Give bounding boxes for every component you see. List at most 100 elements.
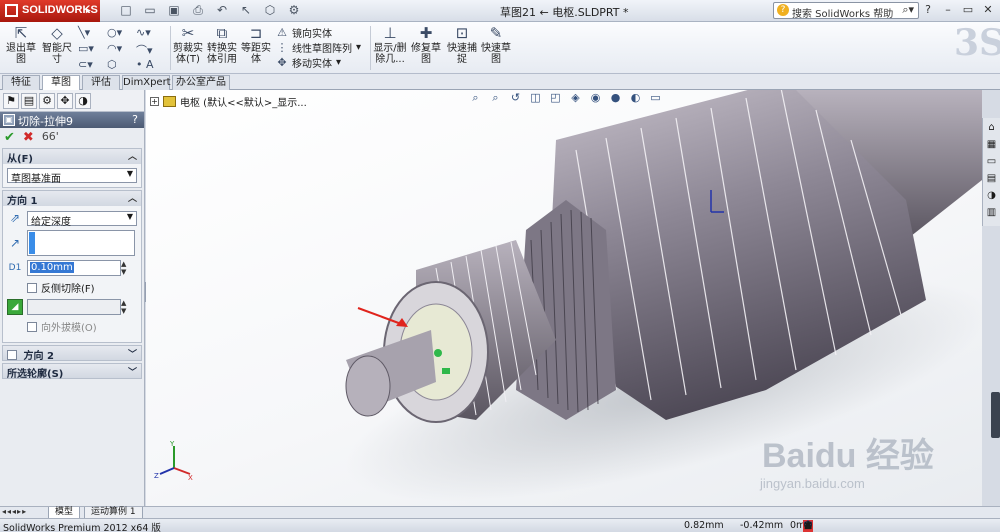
point-icon[interactable]: • A: [136, 58, 162, 73]
tab-features[interactable]: 特征: [2, 75, 40, 90]
zoom-to-fit-icon[interactable]: ⌕: [468, 90, 483, 105]
select-icon[interactable]: ↖: [238, 3, 254, 18]
heads-up-view-toolbar: ⌕ ⌕ ↺ ◫ ◰ ◈ ◉ ● ◐ ▭: [468, 90, 663, 105]
file-explorer-icon[interactable]: ▭: [984, 155, 999, 169]
direction-selection-box[interactable]: [27, 230, 135, 256]
section-view-icon[interactable]: ◫: [528, 90, 543, 105]
close-icon[interactable]: ✕: [980, 3, 996, 18]
direction2-group[interactable]: 方向 2 ﹀: [2, 345, 142, 362]
display-style-icon[interactable]: ◈: [568, 90, 583, 105]
checkbox-box: [27, 321, 37, 332]
custom-properties-icon[interactable]: ▥: [984, 206, 999, 220]
reverse-direction-icon[interactable]: ⇗: [7, 210, 23, 226]
rebuild-icon[interactable]: ⬡: [262, 3, 278, 18]
arc-icon[interactable]: ◠▾: [107, 42, 133, 57]
tab-dimxpert[interactable]: DimXpert: [122, 75, 171, 90]
configuration-manager-icon[interactable]: ⚙: [39, 93, 55, 109]
minimize-icon[interactable]: –: [940, 3, 956, 18]
spline-icon[interactable]: ∿▾: [136, 26, 162, 41]
scene-icon[interactable]: ◐: [628, 90, 643, 105]
chevron-up-icon[interactable]: ︿: [128, 149, 137, 162]
move-entities-button[interactable]: ✥ 移动实体 ▾: [276, 55, 361, 70]
tab-nav-arrows-icon[interactable]: ◂◂◂▸▸: [2, 507, 27, 516]
exit-sketch-icon: ⇱: [14, 24, 28, 42]
polygon-icon[interactable]: ⬡: [107, 58, 133, 73]
fillet-icon[interactable]: ⌒▾: [136, 42, 162, 57]
repair-sketch-button[interactable]: ✚ 修复草图: [410, 24, 442, 65]
chevron-down-icon[interactable]: ﹀: [128, 347, 137, 360]
quick-snaps-button[interactable]: ⊡ 快速捕捉: [446, 24, 478, 65]
tab-evaluate[interactable]: 评估: [82, 75, 120, 90]
linear-pattern-button[interactable]: ⋮ 线性草图阵列 ▾: [276, 40, 362, 55]
tray-close-icon[interactable]: ✕: [803, 520, 813, 532]
detailed-preview-icon[interactable]: 66': [42, 130, 59, 144]
appearances-icon[interactable]: ◑: [984, 189, 999, 203]
hide-show-icon[interactable]: ◉: [588, 90, 603, 105]
chevron-down-icon[interactable]: ﹀: [128, 365, 137, 378]
cancel-icon[interactable]: ✖: [23, 130, 34, 145]
help-menu-icon[interactable]: ?: [920, 3, 936, 18]
ok-icon[interactable]: ✔: [4, 130, 15, 145]
sketch-origin-marker[interactable]: [434, 349, 442, 357]
view-orientation-icon[interactable]: ◰: [548, 90, 563, 105]
dropdown-arrow-icon[interactable]: ▾: [336, 57, 341, 68]
home-icon[interactable]: ⌂: [984, 121, 999, 135]
options-icon[interactable]: ⚙: [286, 3, 302, 18]
selected-contours-group[interactable]: 所选轮廓(S) ﹀: [2, 363, 142, 380]
dropdown-arrow-icon[interactable]: ▾: [356, 42, 361, 53]
new-icon[interactable]: □: [118, 3, 134, 18]
tab-office-products[interactable]: 办公室产品: [172, 75, 230, 90]
help-icon[interactable]: ?: [132, 113, 138, 126]
tab-sketch[interactable]: 草图: [42, 75, 80, 90]
save-icon[interactable]: ▣: [166, 3, 182, 18]
rectangle-icon[interactable]: ▭▾: [78, 42, 104, 57]
line-icon[interactable]: ╲▾: [78, 26, 104, 41]
design-library-icon[interactable]: ▦: [984, 138, 999, 152]
spin-arrows-icon[interactable]: ▲ ▼: [121, 260, 131, 276]
task-pane-scroll-handle[interactable]: [991, 392, 1000, 438]
end-condition-select[interactable]: 给定深度 ▼: [27, 210, 137, 228]
edit-appearance-icon[interactable]: ●: [608, 90, 623, 105]
checkbox-box[interactable]: [27, 282, 37, 293]
app-logo[interactable]: SOLIDWORKS ▸: [0, 0, 100, 22]
display-manager-icon[interactable]: ◑: [75, 93, 91, 109]
flip-side-checkbox[interactable]: 反侧切除(F): [27, 280, 137, 295]
mirror-entities-button[interactable]: ⚠ 镜向实体: [276, 25, 361, 40]
restore-icon[interactable]: ▭: [960, 3, 976, 18]
chevron-up-icon[interactable]: ︿: [128, 191, 137, 204]
view-palette-icon[interactable]: ▤: [984, 172, 999, 186]
search-icon[interactable]: ⌕▾: [902, 3, 914, 17]
circle-icon[interactable]: ○▾: [107, 26, 133, 41]
undo-icon[interactable]: ↶: [214, 3, 230, 18]
sketch-relation-marker[interactable]: [442, 368, 450, 374]
rapid-sketch-button[interactable]: ✎ 快速草图: [480, 24, 512, 65]
open-icon[interactable]: ▭: [142, 3, 158, 18]
view-settings-icon[interactable]: ▭: [648, 90, 663, 105]
zoom-area-icon[interactable]: ⌕: [488, 90, 503, 105]
draft-icon[interactable]: ◢: [7, 299, 23, 315]
help-search-input[interactable]: ? 搜索 SolidWorks 帮助 ⌕▾: [773, 2, 919, 20]
feature-tree-icon[interactable]: ⚑: [3, 93, 19, 109]
ribbon-separator: [170, 26, 171, 70]
direction2-checkbox[interactable]: [7, 350, 17, 360]
trim-entities-button[interactable]: ✂ 剪裁实体(T): [172, 24, 204, 65]
expand-icon[interactable]: +: [150, 97, 159, 106]
offset-entities-button[interactable]: ⊐ 等距实体: [240, 24, 272, 65]
convert-entities-button[interactable]: ⧉ 转换实体引用: [206, 24, 238, 65]
previous-view-icon[interactable]: ↺: [508, 90, 523, 105]
feature-tree-flyout[interactable]: + 电枢 (默认<<默认>_显示...: [150, 94, 307, 109]
direction-arrow-icon: ↗: [9, 236, 21, 250]
print-icon[interactable]: ⎙: [190, 3, 206, 18]
from-group-header[interactable]: 从(F) ︿: [3, 149, 141, 165]
direction1-header[interactable]: 方向 1 ︿: [3, 191, 141, 207]
smart-dimension-button[interactable]: ◇ 智能尺寸: [40, 24, 74, 65]
dimxpert-manager-icon[interactable]: ✥: [57, 93, 73, 109]
property-manager-icon[interactable]: ▤: [21, 93, 37, 109]
app-menu-arrow-icon[interactable]: ▸: [86, 5, 91, 16]
exit-sketch-button[interactable]: ⇱ 退出草图: [4, 24, 38, 65]
display-delete-relations-button[interactable]: ⊥ 显示/删除几...: [372, 24, 408, 65]
slot-icon[interactable]: ⊂▾: [78, 58, 104, 73]
from-select[interactable]: 草图基准面 ▼: [7, 168, 137, 185]
dropdown-arrow-icon: ▼: [126, 211, 133, 221]
depth-input[interactable]: 0.10mm ▲ ▼: [27, 260, 126, 276]
